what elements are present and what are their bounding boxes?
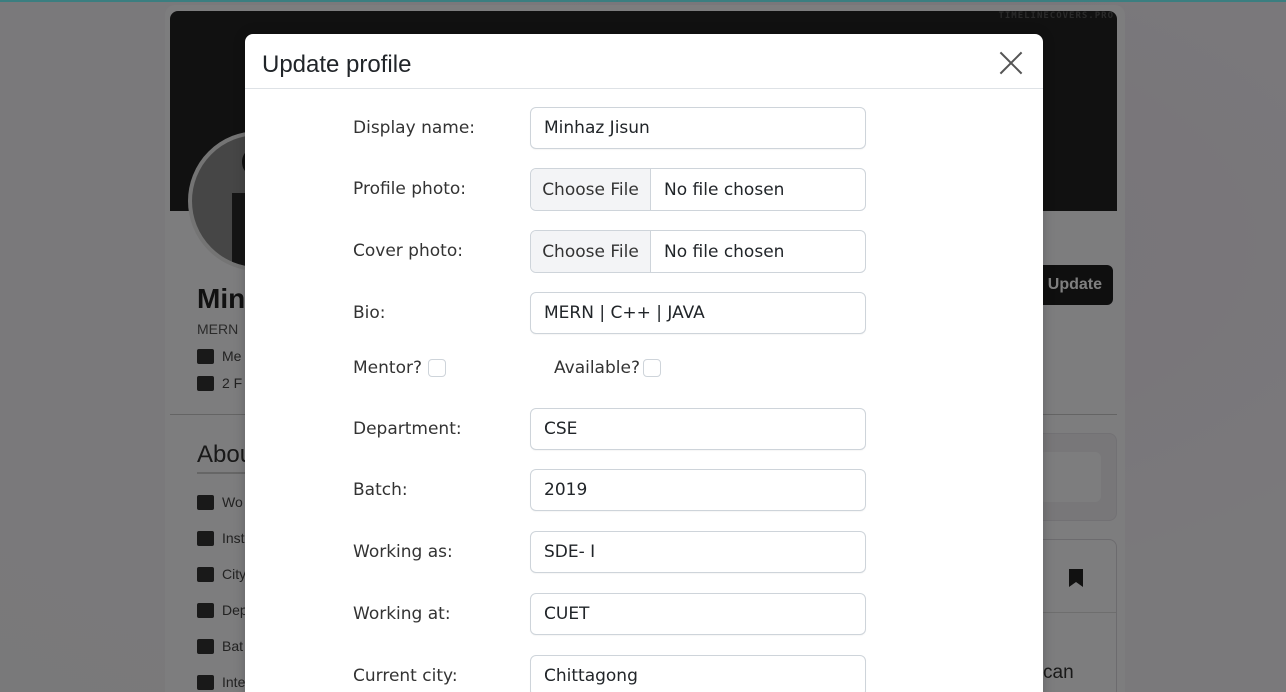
batch-row: Batch: — [245, 469, 1043, 511]
current-city-input[interactable] — [530, 655, 866, 692]
working-at-row: Working at: — [245, 593, 1043, 635]
profile-photo-status: No file chosen — [664, 179, 785, 200]
display-name-label: Display name: — [353, 118, 476, 138]
mentor-label: Mentor? — [353, 358, 422, 378]
working-as-row: Working as: — [245, 531, 1043, 573]
cover-photo-status: No file chosen — [664, 241, 785, 262]
cover-photo-choose-button[interactable]: Choose File — [531, 231, 651, 272]
profile-photo-file-input[interactable]: Choose File No file chosen — [530, 168, 866, 211]
display-name-row: Display name: — [245, 107, 1043, 149]
bio-input[interactable] — [530, 292, 866, 334]
top-strip — [0, 0, 1286, 2]
bio-label: Bio: — [353, 303, 386, 323]
batch-label: Batch: — [353, 480, 408, 500]
department-label: Department: — [353, 419, 462, 439]
bio-row: Bio: — [245, 292, 1043, 334]
mentor-checkbox[interactable] — [428, 359, 446, 377]
display-name-input[interactable] — [530, 107, 866, 149]
cover-photo-file-input[interactable]: Choose File No file chosen — [530, 230, 866, 273]
update-profile-modal: Update profile Display name: Profile pho… — [245, 34, 1043, 692]
working-as-input[interactable] — [530, 531, 866, 573]
profile-photo-row: Profile photo: Choose File No file chose… — [245, 168, 1043, 211]
current-city-row: Current city: — [245, 655, 1043, 692]
current-city-label: Current city: — [353, 666, 458, 686]
profile-photo-label: Profile photo: — [353, 179, 467, 199]
working-at-input[interactable] — [530, 593, 866, 635]
modal-title: Update profile — [262, 51, 412, 78]
working-as-label: Working as: — [353, 542, 453, 562]
close-icon[interactable] — [998, 50, 1024, 76]
batch-input[interactable] — [530, 469, 866, 511]
profile-photo-choose-button[interactable]: Choose File — [531, 169, 651, 210]
cover-photo-label: Cover photo: — [353, 241, 463, 261]
mentor-available-row: Mentor? Available? — [245, 356, 1043, 380]
department-input[interactable] — [530, 408, 866, 450]
modal-header: Update profile — [245, 34, 1043, 89]
cover-photo-row: Cover photo: Choose File No file chosen — [245, 230, 1043, 273]
department-row: Department: — [245, 408, 1043, 450]
available-checkbox[interactable] — [643, 359, 661, 377]
available-label: Available? — [554, 358, 640, 378]
working-at-label: Working at: — [353, 604, 451, 624]
